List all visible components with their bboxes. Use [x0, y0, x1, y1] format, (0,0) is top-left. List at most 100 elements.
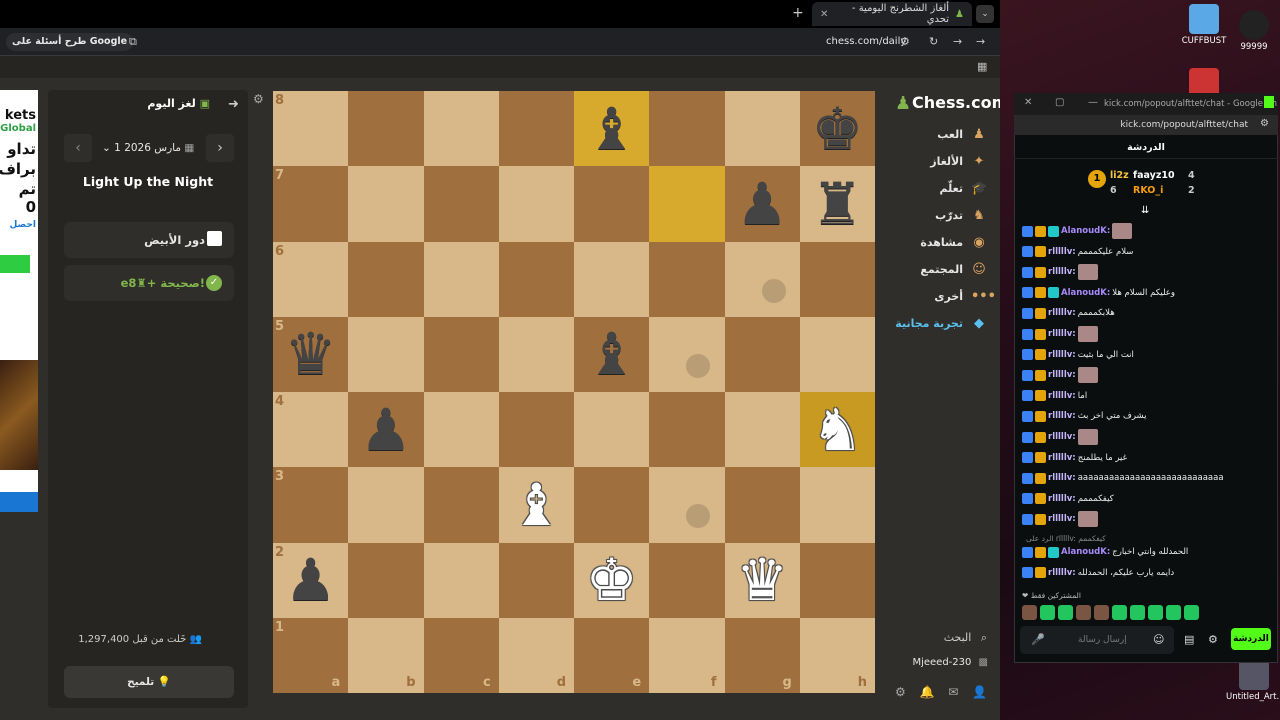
square-e8[interactable]: ♝	[574, 91, 650, 167]
square-f6[interactable]	[649, 241, 725, 317]
new-tab-button[interactable]: +	[792, 5, 804, 21]
square-e5[interactable]: ♝	[574, 316, 650, 392]
square-c4[interactable]	[423, 392, 499, 468]
chat-username[interactable]: rlllllv:	[1048, 350, 1076, 360]
scroll-down-icon[interactable]: ⇊	[1141, 205, 1149, 216]
black-bishop-piece[interactable]: ♝	[574, 91, 649, 166]
maximize-window-icon[interactable]: ▢	[1055, 97, 1064, 108]
square-c5[interactable]	[423, 316, 499, 392]
square-d6[interactable]	[498, 241, 574, 317]
reload-icon[interactable]: ↻	[929, 35, 938, 48]
black-queen-piece[interactable]: ♛	[273, 317, 348, 392]
square-c7[interactable]	[423, 166, 499, 242]
chat-message[interactable]: rlllllv: كيفكمممم	[1022, 490, 1272, 508]
square-b3[interactable]	[348, 467, 424, 543]
square-g2[interactable]: ♛	[724, 542, 800, 618]
square-a1[interactable]: 1a	[273, 617, 349, 693]
forward-icon[interactable]: →	[953, 35, 962, 48]
move-hint-dot[interactable]	[686, 504, 711, 529]
back-icon[interactable]: →	[976, 35, 985, 48]
square-h5[interactable]	[799, 316, 875, 392]
leaderboard-user[interactable]: faayz10	[1133, 170, 1175, 181]
chat-message[interactable]: rlllllv: دايمه يارب عليكم، الحمدلله	[1022, 564, 1272, 582]
emote-option[interactable]	[1040, 605, 1055, 620]
square-g7[interactable]: ♟	[724, 166, 800, 242]
nav-item[interactable]: الألغاز ✦	[895, 151, 987, 171]
friends-icon[interactable]: 👤	[972, 685, 987, 699]
chat-message[interactable]: AlanoudK: وعليكم السلام هلا	[1022, 284, 1272, 302]
chat-username[interactable]: rlllllv:	[1048, 391, 1076, 401]
mail-icon[interactable]: ✉	[948, 685, 958, 699]
chat-message[interactable]: rlllllv: سلام عليكمممم	[1022, 243, 1272, 261]
chat-username[interactable]: rlllllv:	[1048, 329, 1076, 339]
chat-username[interactable]: rlllllv:	[1048, 494, 1076, 504]
nav-item[interactable]: تدرّب ♞	[895, 205, 987, 225]
emote-option[interactable]	[1076, 605, 1091, 620]
square-f1[interactable]: f	[649, 617, 725, 693]
close-window-icon[interactable]: ✕	[1024, 97, 1032, 108]
chat-message[interactable]: rlllllv:	[1022, 510, 1272, 528]
store-icon[interactable]: ▤	[1184, 633, 1194, 646]
chat-username[interactable]: rlllllv:	[1048, 308, 1076, 318]
board-settings-icon[interactable]: ⚙	[253, 92, 264, 106]
nav-item[interactable]: العب ♟	[895, 124, 987, 144]
nav-item[interactable]: أخرى •••	[895, 286, 996, 306]
square-a8[interactable]: 8	[273, 91, 349, 167]
black-bishop-piece[interactable]: ♝	[574, 317, 649, 392]
chat-username[interactable]: AlanoudK:	[1061, 547, 1110, 557]
close-tab-icon[interactable]: ✕	[820, 9, 828, 20]
square-e7[interactable]	[574, 166, 650, 242]
chat-url-bar[interactable]: kick.com/popout/alfttet/chat	[1014, 115, 1278, 135]
chat-username[interactable]: rlllllv:	[1048, 568, 1076, 578]
ad-cta-button[interactable]	[0, 255, 30, 273]
square-d5[interactable]	[498, 316, 574, 392]
emote-option[interactable]	[1166, 605, 1181, 620]
square-c6[interactable]	[423, 241, 499, 317]
square-d3[interactable]: ♝	[498, 467, 574, 543]
square-b4[interactable]: ♟	[348, 392, 424, 468]
chat-username[interactable]: rlllllv:	[1048, 247, 1076, 257]
square-h4[interactable]: ♞	[799, 392, 875, 468]
chat-message[interactable]: rlllllv:	[1022, 366, 1272, 384]
next-day-button[interactable]: ›	[206, 134, 234, 162]
hint-button[interactable]: تلميح 💡	[64, 666, 234, 698]
chat-username[interactable]: rlllllv:	[1048, 411, 1076, 421]
search-link[interactable]: البحث ⌕	[895, 631, 987, 645]
nav-item[interactable]: المجتمع ☺	[895, 259, 987, 279]
square-c3[interactable]	[423, 467, 499, 543]
square-g4[interactable]	[724, 392, 800, 468]
square-a2[interactable]: 2 ♟	[273, 542, 349, 618]
user-profile[interactable]: Mjeeed-230 ▩	[900, 657, 988, 668]
leaderboard-user[interactable]: RKO_i	[1133, 185, 1163, 196]
emote-option[interactable]	[1058, 605, 1073, 620]
minimize-window-icon[interactable]: —	[1088, 97, 1098, 108]
square-c1[interactable]: c	[423, 617, 499, 693]
square-f7[interactable]	[649, 166, 725, 242]
square-a7[interactable]: 7	[273, 166, 349, 242]
chat-message[interactable]: rlllllv:	[1022, 325, 1272, 343]
square-e6[interactable]	[574, 241, 650, 317]
square-b1[interactable]: b	[348, 617, 424, 693]
chat-username[interactable]: rlllllv:	[1048, 267, 1076, 277]
square-e2[interactable]: ♚	[574, 542, 650, 618]
square-h3[interactable]	[799, 467, 875, 543]
chat-message[interactable]: rlllllv: هلابكمممم	[1022, 304, 1272, 322]
browser-tab[interactable]: ♟ ألغاز الشطرنج اليومية - تحدي ✕	[812, 2, 972, 26]
chat-username[interactable]: rlllllv:	[1048, 473, 1076, 483]
square-b7[interactable]	[348, 166, 424, 242]
chat-username[interactable]: rlllllv:	[1048, 432, 1076, 442]
emote-option[interactable]	[1130, 605, 1145, 620]
emote-option[interactable]	[1094, 605, 1109, 620]
black-pawn-piece[interactable]: ♟	[348, 392, 423, 467]
square-h8[interactable]: ♚	[799, 91, 875, 167]
square-f4[interactable]	[649, 392, 725, 468]
emote-option[interactable]	[1184, 605, 1199, 620]
black-king-piece[interactable]: ♚	[800, 91, 875, 166]
square-e3[interactable]	[574, 467, 650, 543]
collapse-arrow-icon[interactable]: ➜	[228, 97, 239, 112]
square-b5[interactable]	[348, 316, 424, 392]
microphone-icon[interactable]: 🎤	[1031, 633, 1045, 646]
tab-search-button[interactable]: ⌄	[976, 5, 994, 23]
square-a3[interactable]: 3	[273, 467, 349, 543]
chat-message[interactable]: rlllllv:	[1022, 263, 1272, 281]
